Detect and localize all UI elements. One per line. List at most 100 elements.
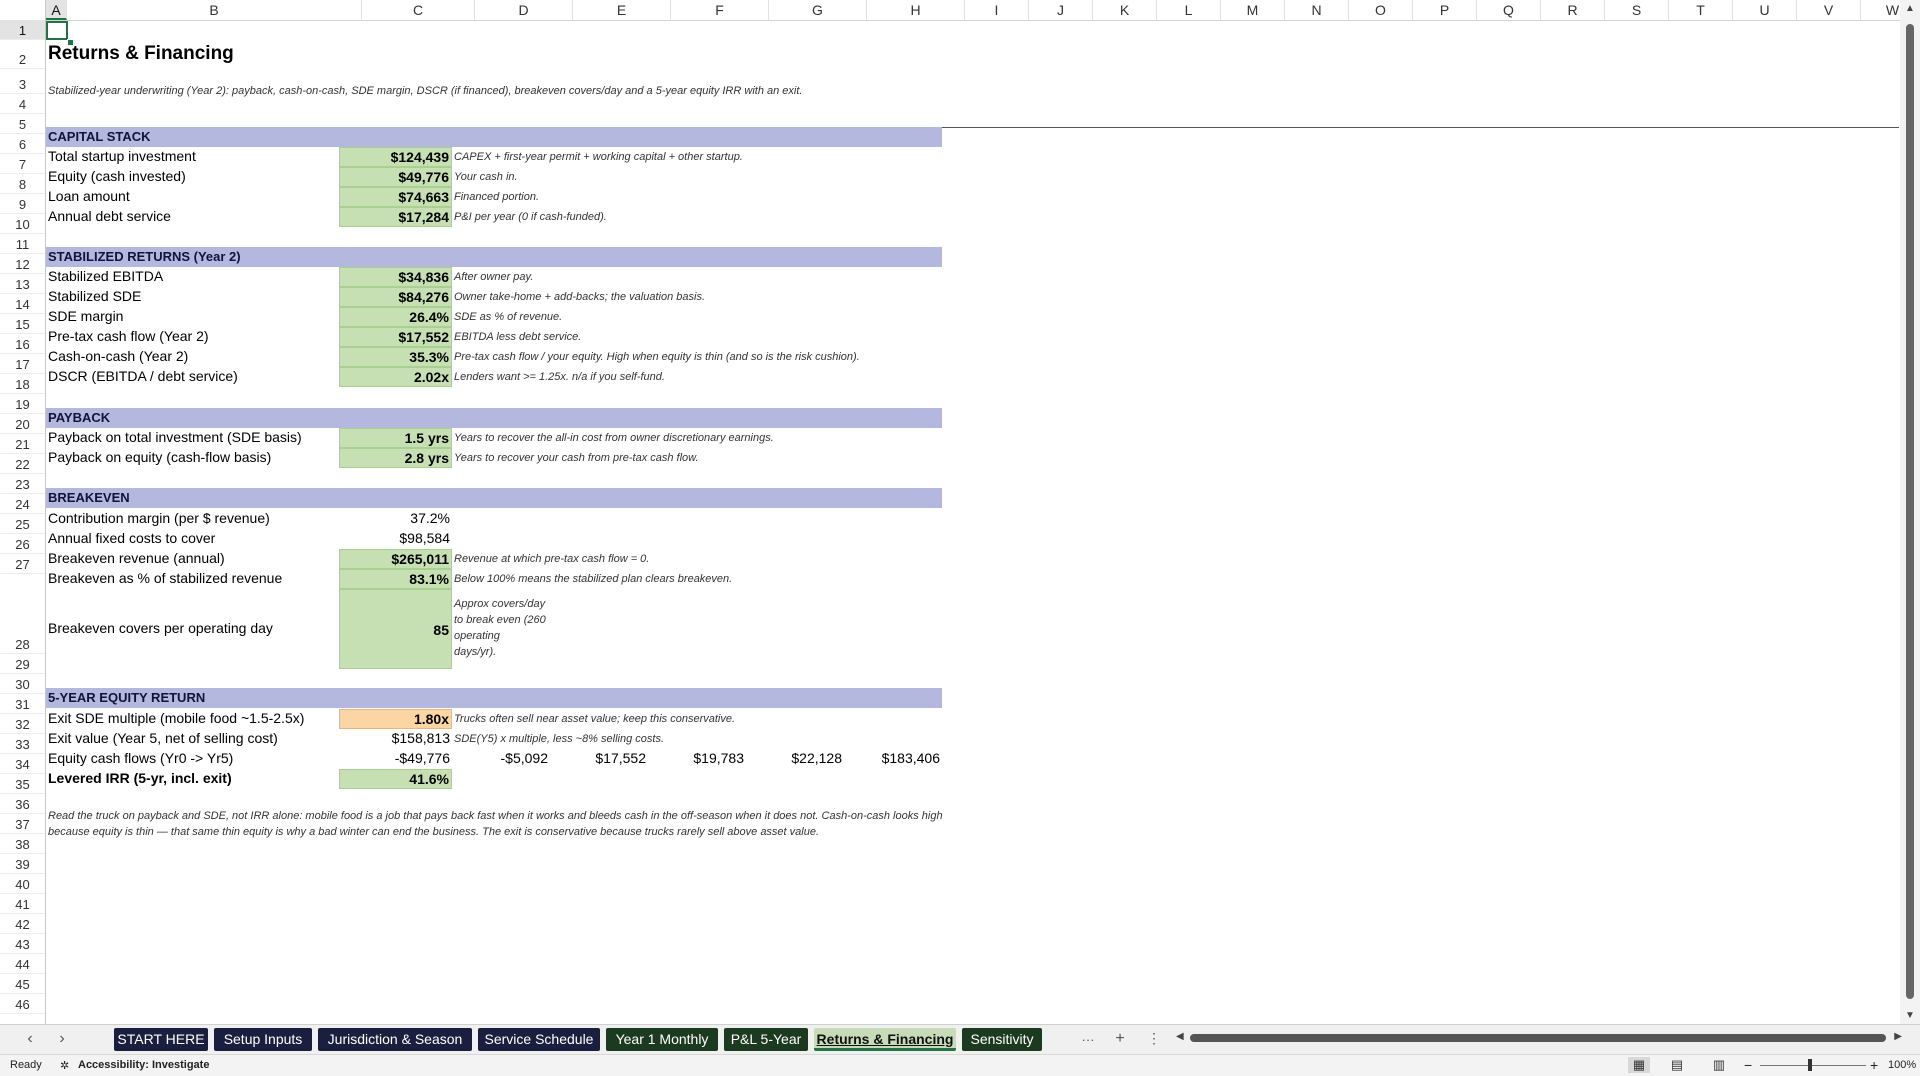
row-header[interactable]: 20 — [0, 414, 45, 434]
column-header[interactable]: U — [1733, 0, 1797, 20]
row-header[interactable]: 23 — [0, 474, 45, 494]
column-header[interactable]: B — [67, 0, 362, 20]
irr-value[interactable]: 41.6% — [339, 769, 452, 789]
row-header[interactable]: 22 — [0, 454, 45, 474]
exit-value[interactable]: $158,813 — [339, 729, 452, 749]
worksheet-grid[interactable]: Returns & Financing Stabilized-year unde… — [46, 21, 1899, 1024]
column-header[interactable]: H — [867, 0, 965, 20]
equity-flow-yr1[interactable]: -$5,092 — [452, 749, 550, 769]
accessibility-status[interactable]: Accessibility: Investigate — [78, 1059, 209, 1071]
row-header[interactable]: 46 — [0, 994, 45, 1014]
horizontal-scroll-thumb[interactable] — [1190, 1034, 1886, 1042]
row-value[interactable]: $84,276 — [339, 287, 452, 307]
row-header[interactable]: 7 — [0, 154, 45, 174]
scroll-up-arrow-icon[interactable]: ▲ — [1900, 3, 1920, 14]
column-header[interactable]: G — [769, 0, 867, 20]
tab-options-icon[interactable]: ⋮ — [1144, 1030, 1164, 1047]
sheet-tab[interactable]: START HERE — [114, 1028, 208, 1051]
row-header[interactable]: 14 — [0, 294, 45, 314]
row-header[interactable]: 13 — [0, 274, 45, 294]
page-layout-view-icon[interactable]: ▤ — [1666, 1057, 1688, 1073]
active-cell-A1[interactable] — [46, 21, 74, 46]
column-header[interactable]: M — [1221, 0, 1285, 20]
row-header[interactable]: 24 — [0, 494, 45, 514]
normal-view-icon[interactable]: ▦ — [1628, 1057, 1650, 1073]
column-header[interactable]: A — [46, 0, 67, 20]
row-header[interactable]: 6 — [0, 134, 45, 154]
row-header[interactable]: 43 — [0, 934, 45, 954]
row-header[interactable]: 2 — [0, 40, 45, 69]
row-header[interactable]: 25 — [0, 514, 45, 534]
row-header[interactable]: 44 — [0, 954, 45, 974]
scroll-right-arrow-icon[interactable]: ▶ — [1894, 1031, 1902, 1042]
row-value[interactable]: $49,776 — [339, 167, 452, 187]
row-header[interactable]: 42 — [0, 914, 45, 934]
row-header[interactable]: 10 — [0, 214, 45, 234]
row-value[interactable]: 2.02x — [339, 367, 452, 387]
row-header[interactable]: 5 — [0, 114, 45, 134]
tab-scroll-left-icon[interactable]: ‹ — [20, 1030, 40, 1048]
row-header[interactable]: 26 — [0, 534, 45, 554]
row-header[interactable]: 19 — [0, 394, 45, 414]
breakeven-covers-value[interactable]: 85 — [339, 589, 452, 669]
equity-flow-yr2[interactable]: $17,552 — [550, 749, 648, 769]
column-header[interactable]: F — [671, 0, 769, 20]
sheet-tab[interactable]: P&L 5-Year — [724, 1028, 808, 1051]
sheet-tab[interactable]: Returns & Financing — [814, 1028, 956, 1051]
row-header[interactable]: 9 — [0, 194, 45, 214]
scroll-left-arrow-icon[interactable]: ◀ — [1176, 1031, 1184, 1042]
horizontal-scrollbar[interactable]: ◀ ▶ — [1176, 1031, 1902, 1044]
row-header[interactable]: 8 — [0, 174, 45, 194]
row-header[interactable]: 36 — [0, 794, 45, 814]
column-header[interactable]: E — [573, 0, 671, 20]
row-header[interactable]: 35 — [0, 774, 45, 794]
breakeven-pct-value[interactable]: 83.1% — [339, 569, 452, 589]
zoom-in-icon[interactable]: + — [1870, 1057, 1878, 1073]
column-header[interactable]: S — [1605, 0, 1669, 20]
sheet-tab[interactable]: Sensitivity — [962, 1028, 1042, 1051]
column-header[interactable]: C — [362, 0, 475, 20]
row-header[interactable]: 12 — [0, 254, 45, 274]
breakeven-revenue-value[interactable]: $265,011 — [339, 549, 452, 569]
row-header[interactable]: 17 — [0, 354, 45, 374]
zoom-slider[interactable] — [1760, 1065, 1866, 1066]
equity-flow-yr3[interactable]: $19,783 — [648, 749, 746, 769]
column-header[interactable]: V — [1797, 0, 1861, 20]
sheet-tab[interactable]: Setup Inputs — [214, 1028, 312, 1051]
row-header[interactable]: 3 — [0, 69, 45, 94]
sheet-tab[interactable]: Service Schedule — [478, 1028, 600, 1051]
row-value[interactable]: 1.5 yrs — [339, 428, 452, 448]
row-value[interactable]: 26.4% — [339, 307, 452, 327]
row-header[interactable]: 16 — [0, 334, 45, 354]
accessibility-icon[interactable]: ✲ — [60, 1059, 69, 1072]
more-tabs-button[interactable]: ··· — [1078, 1032, 1098, 1047]
row-header[interactable]: 28 — [0, 574, 45, 654]
row-header[interactable]: 21 — [0, 434, 45, 454]
row-header[interactable]: 40 — [0, 874, 45, 894]
row-value[interactable]: $34,836 — [339, 267, 452, 287]
column-header[interactable]: N — [1285, 0, 1349, 20]
row-header[interactable]: 34 — [0, 754, 45, 774]
column-header[interactable]: D — [475, 0, 573, 20]
zoom-slider-thumb[interactable] — [1808, 1059, 1812, 1071]
select-all-corner[interactable] — [0, 0, 46, 20]
row-header[interactable]: 15 — [0, 314, 45, 334]
row-value[interactable]: $124,439 — [339, 147, 452, 167]
row-header[interactable]: 30 — [0, 674, 45, 694]
scroll-down-arrow-icon[interactable]: ▼ — [1900, 1010, 1920, 1021]
row-header[interactable]: 1 — [0, 20, 45, 40]
column-header[interactable]: P — [1413, 0, 1477, 20]
row-header[interactable]: 27 — [0, 554, 45, 574]
contribution-margin-value[interactable]: 37.2% — [339, 509, 452, 529]
row-header[interactable]: 41 — [0, 894, 45, 914]
row-header[interactable]: 39 — [0, 854, 45, 874]
row-header[interactable]: 29 — [0, 654, 45, 674]
zoom-out-icon[interactable]: − — [1744, 1057, 1752, 1073]
page-break-view-icon[interactable]: ▥ — [1708, 1057, 1730, 1073]
row-header[interactable]: 38 — [0, 834, 45, 854]
column-header[interactable]: J — [1029, 0, 1093, 20]
row-value[interactable]: $17,552 — [339, 327, 452, 347]
column-header[interactable]: O — [1349, 0, 1413, 20]
sheet-tab[interactable]: Year 1 Monthly — [606, 1028, 718, 1051]
vertical-scroll-thumb[interactable] — [1906, 24, 1914, 999]
